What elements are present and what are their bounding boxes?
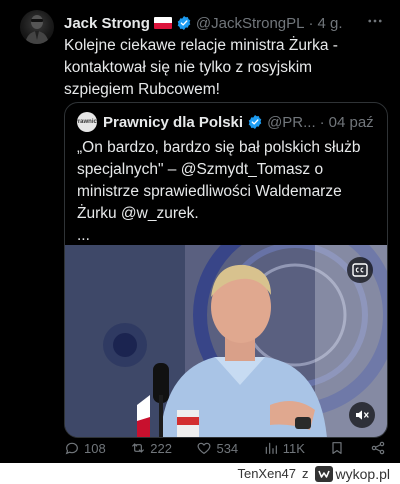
like-button[interactable]: 534 <box>196 440 238 456</box>
mute-icon <box>356 410 369 420</box>
repost-button[interactable]: 222 <box>130 440 172 456</box>
reply-button[interactable]: 108 <box>64 440 106 456</box>
share-icon <box>371 441 385 455</box>
quote-text-line: „On bardzo, bardzo się bał polskich służ… <box>77 139 361 156</box>
quote-handle[interactable]: @PR... <box>267 114 316 131</box>
quote-author-name[interactable]: Prawnicy dla Polski <box>103 114 243 131</box>
video-player[interactable] <box>65 245 387 437</box>
quote-text-line: ... <box>77 227 90 244</box>
tweet[interactable]: Jack Strong @JackStrongPL · 4 g. Kolejne… <box>0 0 400 463</box>
quote-tweet[interactable]: Prawnicy Prawnicy dla Polski @PR... · 04… <box>64 102 388 438</box>
repost-icon <box>132 443 145 453</box>
quote-text-line: specjalnych" – @Szmydt_Tomasz o <box>77 161 324 178</box>
video-frame <box>65 245 387 437</box>
author-name[interactable]: Jack Strong <box>64 15 150 32</box>
quote-text-line: Żurku @w_zurek. <box>77 205 199 222</box>
quote-header: Prawnicy Prawnicy dla Polski @PR... · 04… <box>77 111 381 133</box>
captions-button[interactable] <box>347 257 373 283</box>
tweet-time[interactable]: 4 g. <box>318 15 343 32</box>
more-button[interactable] <box>364 10 386 32</box>
cc-icon <box>352 263 368 277</box>
quote-text-line: ministrze sprawiedliwości Waldemarze <box>77 183 342 200</box>
watermark-footer: TenXen47 z wykop.pl <box>0 463 400 484</box>
reply-count: 108 <box>84 440 106 456</box>
bookmark-icon <box>332 442 343 454</box>
quote-text: „On bardzo, bardzo się bał polskich służ… <box>77 137 381 247</box>
bookmark-button[interactable] <box>329 440 345 456</box>
quote-time[interactable]: 04 paź <box>329 114 374 131</box>
more-icon <box>368 19 382 23</box>
tweet-header: Jack Strong @JackStrongPL · 4 g. <box>64 12 384 34</box>
views-icon <box>265 442 277 454</box>
like-icon <box>198 442 211 454</box>
reply-icon <box>65 442 78 455</box>
verified-icon <box>248 115 262 129</box>
views-button[interactable]: 11K <box>263 440 305 456</box>
wykop-logo-icon <box>314 465 333 482</box>
separator-dot: · <box>319 113 325 131</box>
tweet-text: Kolejne ciekawe relacje ministra Żurka -… <box>64 37 338 98</box>
mute-button[interactable] <box>349 402 375 428</box>
wykop-site: wykop.pl <box>335 465 390 482</box>
tweet-actions: 108 222 534 11K <box>64 437 386 459</box>
footer-user: TenXen47 <box>237 466 297 481</box>
repost-count: 222 <box>150 440 172 456</box>
footer-separator: z <box>302 466 309 481</box>
wykop-brand: wykop.pl <box>314 465 390 482</box>
verified-icon <box>177 16 191 30</box>
quote-avatar[interactable]: Prawnicy <box>77 112 97 132</box>
poland-flag-icon <box>153 17 172 29</box>
author-avatar[interactable] <box>20 10 54 44</box>
views-count: 11K <box>282 440 305 456</box>
like-count: 534 <box>216 440 239 456</box>
separator-dot: · <box>308 14 314 32</box>
author-handle[interactable]: @JackStrongPL <box>196 15 305 32</box>
share-button[interactable] <box>370 440 386 456</box>
